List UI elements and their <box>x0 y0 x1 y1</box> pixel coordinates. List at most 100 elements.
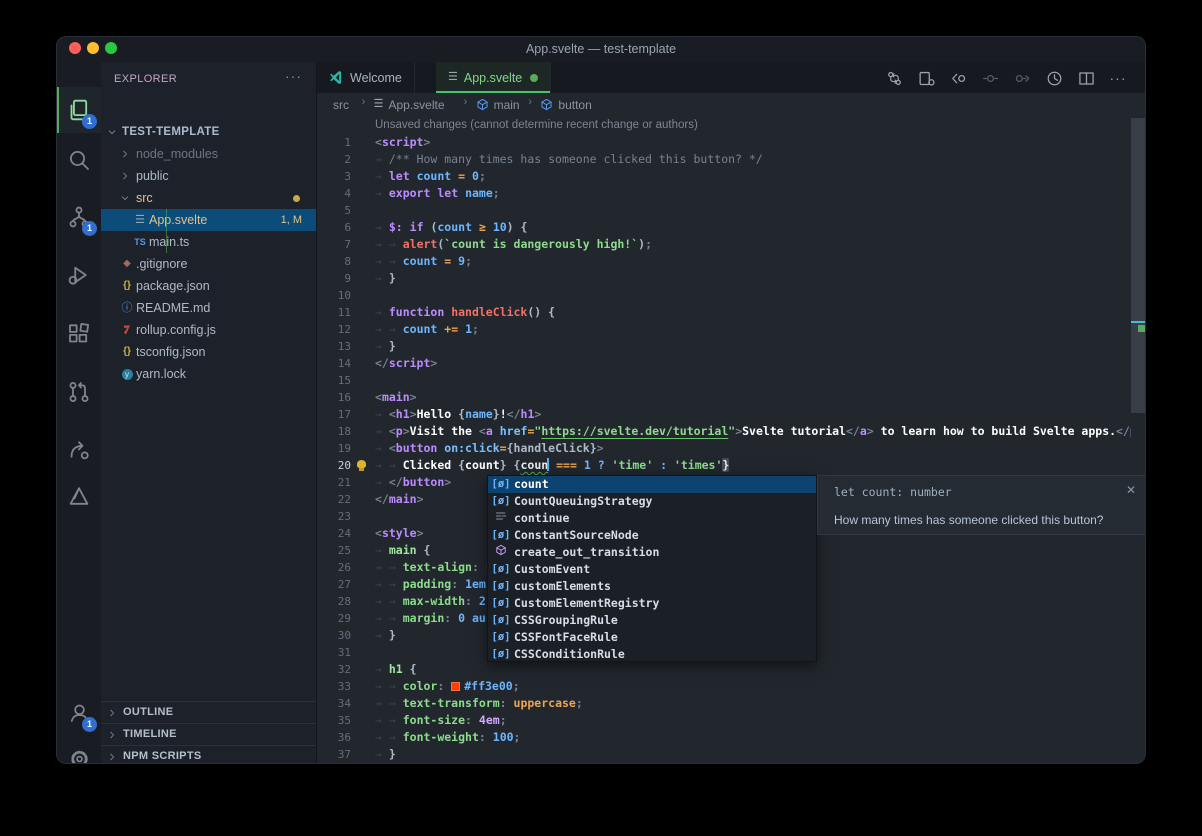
code-line-4[interactable]: 4→ export let name; <box>317 185 1131 202</box>
tree-item-yarn-lock[interactable]: yyarn.lock <box>101 363 316 385</box>
activity-item-explorer[interactable]: 1 <box>57 87 101 133</box>
code-line-5[interactable]: 5 <box>317 202 1131 219</box>
line-number: 31 <box>317 644 351 661</box>
breadcrumb-app-svelte[interactable]: ☰App.svelte <box>374 93 445 116</box>
activity-item-run-and-debug[interactable] <box>57 252 101 298</box>
previous-change-icon[interactable] <box>945 65 971 91</box>
suggestion-label: customElements <box>514 578 611 595</box>
section-timeline[interactable]: TIMELINE <box>101 723 316 745</box>
previous-diff-icon[interactable] <box>977 65 1003 91</box>
code-line-15[interactable]: 15 <box>317 372 1131 389</box>
tree-root-test-template[interactable]: TEST-TEMPLATE <box>101 121 316 143</box>
suggestion-customevent[interactable]: [ø]CustomEvent <box>488 561 816 578</box>
sidebar-header: EXPLORER ··· <box>101 62 316 96</box>
next-diff-icon[interactable] <box>1009 65 1035 91</box>
file-history-icon[interactable] <box>1041 65 1067 91</box>
breadcrumb-button[interactable]: button <box>540 93 591 116</box>
code-line-33[interactable]: 33→ → color: #ff3e00; <box>317 678 1131 695</box>
code-line-20[interactable]: 20→ → Clicked {count} {coun === 1 ? 'tim… <box>317 457 1131 474</box>
tree-item-readme-md[interactable]: ⓘREADME.md <box>101 297 316 319</box>
lightbulb-icon[interactable] <box>357 460 366 468</box>
line-number: 28 <box>317 593 351 610</box>
code-line-34[interactable]: 34→ → text-transform: uppercase; <box>317 695 1131 712</box>
tree-item-tsconfig-json[interactable]: {}tsconfig.json <box>101 341 316 363</box>
suggestion-label: ConstantSourceNode <box>514 527 639 544</box>
tree-item-src[interactable]: src <box>101 187 316 209</box>
breadcrumb-src[interactable]: src <box>333 93 349 116</box>
code-line-16[interactable]: 16<main> <box>317 389 1131 406</box>
code-line-35[interactable]: 35→ → font-size: 4em; <box>317 712 1131 729</box>
suggestion-kind-snippet-icon <box>488 544 514 562</box>
code-line-2[interactable]: 2→ /** How many times has someone clicke… <box>317 151 1131 168</box>
code-line-9[interactable]: 9→ } <box>317 270 1131 287</box>
activity-item-search[interactable] <box>57 137 101 183</box>
scrollbar-thumb[interactable] <box>1131 118 1145 413</box>
suggestion-create_out_transition[interactable]: create_out_transition <box>488 544 816 561</box>
tree-item-public[interactable]: public <box>101 165 316 187</box>
code-line-36[interactable]: 36→ → font-weight: 100; <box>317 729 1131 746</box>
open-changes-icon[interactable] <box>913 65 939 91</box>
sidebar-title: EXPLORER <box>114 73 177 85</box>
tab-welcome[interactable]: Welcome <box>317 62 415 93</box>
tree-item--gitignore[interactable]: ◆.gitignore <box>101 253 316 275</box>
activity-item-azure[interactable] <box>57 473 101 519</box>
code-line-17[interactable]: 17→ <h1>Hello {name}!</h1> <box>317 406 1131 423</box>
tree-item-app-svelte[interactable]: ☰App.svelte1, M <box>101 209 316 231</box>
code-editor[interactable]: Unsaved changes (cannot determine recent… <box>317 116 1131 763</box>
code-line-18[interactable]: 18→ <p>Visit the <a href="https://svelte… <box>317 423 1131 440</box>
activity-item-settings[interactable] <box>57 736 101 764</box>
suggestion-kind-variable-icon: [ø] <box>488 646 514 663</box>
code-line-8[interactable]: 8→ → count = 9; <box>317 253 1131 270</box>
indent-marker: → <box>375 679 389 693</box>
more-actions-icon[interactable]: ··· <box>285 68 302 84</box>
suggestion-count[interactable]: [ø]count <box>488 476 816 493</box>
code-line-37[interactable]: 37→ } <box>317 746 1131 763</box>
section-npm-scripts[interactable]: NPM SCRIPTS <box>101 745 316 764</box>
close-icon[interactable]: ✕ <box>1126 483 1136 497</box>
suggestion-constantsourcenode[interactable]: [ø]ConstantSourceNode <box>488 527 816 544</box>
activity-item-source-control[interactable]: 1 <box>57 194 101 240</box>
suggestion-label: CSSGroupingRule <box>514 612 618 629</box>
code-line-6[interactable]: 6→ $: if (count ≥ 10) { <box>317 219 1131 236</box>
line-number: 29 <box>317 610 351 627</box>
suggestion-cssfontfacerule[interactable]: [ø]CSSFontFaceRule <box>488 629 816 646</box>
breadcrumb-main[interactable]: main <box>476 93 520 116</box>
suggestion-cssgroupingrule[interactable]: [ø]CSSGroupingRule <box>488 612 816 629</box>
code-line-11[interactable]: 11→ function handleClick() { <box>317 304 1131 321</box>
tree-item-package-json[interactable]: {}package.json <box>101 275 316 297</box>
activity-item-accounts[interactable]: 1 <box>57 690 101 736</box>
tree-item-node-modules[interactable]: node_modules <box>101 143 316 165</box>
tree-item-main-ts[interactable]: TSmain.ts <box>101 231 316 253</box>
tree-item-rollup-config-js[interactable]: rollup.config.js <box>101 319 316 341</box>
code-line-3[interactable]: 3→ let count = 0; <box>317 168 1131 185</box>
suggestion-continue[interactable]: continue <box>488 510 816 527</box>
code-line-13[interactable]: 13→ } <box>317 338 1131 355</box>
code-line-12[interactable]: 12→ → count += 1; <box>317 321 1131 338</box>
code-line-19[interactable]: 19→ <button on:click={handleClick}> <box>317 440 1131 457</box>
symbol-cube-icon <box>540 98 553 111</box>
code-line-10[interactable]: 10 <box>317 287 1131 304</box>
color-swatch[interactable] <box>451 682 460 691</box>
editor-scrollbar[interactable] <box>1131 116 1145 763</box>
suggestion-cssconditionrule[interactable]: [ø]CSSConditionRule <box>488 646 816 663</box>
code-line-7[interactable]: 7→ → alert(`count is dangerously high!`)… <box>317 236 1131 253</box>
suggestion-customelementregistry[interactable]: [ø]CustomElementRegistry <box>488 595 816 612</box>
activity-item-github-pull-requests[interactable] <box>57 369 101 415</box>
code-line-14[interactable]: 14</script> <box>317 355 1131 372</box>
split-editor-icon[interactable] <box>1073 65 1099 91</box>
suggestion-countqueuingstrategy[interactable]: [ø]CountQueuingStrategy <box>488 493 816 510</box>
more-actions-icon[interactable]: ··· <box>1105 65 1131 91</box>
tree-item-label: package.json <box>136 275 210 297</box>
activity-item-extensions[interactable] <box>57 311 101 357</box>
section-outline[interactable]: OUTLINE <box>101 701 316 723</box>
git-compare-icon[interactable] <box>881 65 907 91</box>
code-line-32[interactable]: 32→ h1 { <box>317 661 1131 678</box>
tree-item-label: main.ts <box>149 231 189 253</box>
activity-item-live-share[interactable] <box>57 427 101 473</box>
indent-marker: → <box>375 577 389 591</box>
suggestion-customelements[interactable]: [ø]customElements <box>488 578 816 595</box>
tree-item-label: rollup.config.js <box>136 319 216 341</box>
code-line-1[interactable]: 1<script> <box>317 134 1131 151</box>
tab-app-svelte[interactable]: ☰App.svelte <box>436 62 551 93</box>
section-label: NPM SCRIPTS <box>123 746 201 764</box>
